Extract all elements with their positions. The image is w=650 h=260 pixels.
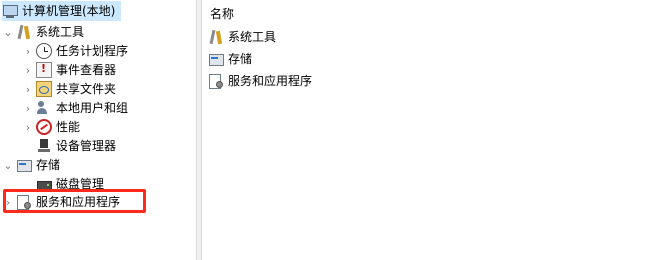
column-header-label: 名称 xyxy=(210,7,235,21)
tree-root-label: 计算机管理(本地) xyxy=(22,4,116,18)
details-pane: 名称 系统工具 存储 服务和应用程序 xyxy=(202,0,650,260)
tree-item-label: 事件查看器 xyxy=(56,63,117,77)
tree-item-label: 任务计划程序 xyxy=(56,44,129,58)
tree-item-label: 共享文件夹 xyxy=(56,82,117,96)
tree-item-label: 设备管理器 xyxy=(56,139,117,153)
computer-management-icon xyxy=(2,3,18,19)
chevron-right-icon[interactable]: › xyxy=(22,98,34,118)
task-scheduler-icon xyxy=(36,43,52,59)
chevron-right-icon[interactable]: › xyxy=(22,117,34,137)
tree-item-event-viewer[interactable]: › 事件查看器 xyxy=(22,60,116,80)
tree-item-device-manager[interactable]: 设备管理器 xyxy=(22,136,116,156)
tree-item-task-scheduler[interactable]: › 任务计划程序 xyxy=(22,41,128,61)
list-item-storage[interactable]: 存储 xyxy=(208,49,252,69)
console-tree: 计算机管理(本地) ⌄ 系统工具 › 任务计划程序 › 事件查看器 › 共享文件… xyxy=(0,0,196,260)
tree-root-computer-management[interactable]: 计算机管理(本地) xyxy=(2,1,122,21)
event-viewer-icon xyxy=(36,62,52,78)
performance-icon xyxy=(36,119,52,135)
highlight-box xyxy=(3,189,146,213)
chevron-right-icon[interactable]: › xyxy=(22,79,34,99)
tree-item-label: 性能 xyxy=(56,120,81,134)
chevron-right-icon[interactable]: › xyxy=(22,60,34,80)
storage-icon xyxy=(16,157,32,173)
list-item-label: 存储 xyxy=(228,52,253,66)
chevron-right-icon[interactable]: › xyxy=(22,41,34,61)
shared-folders-icon xyxy=(36,81,52,97)
tree-item-label: 系统工具 xyxy=(36,25,85,39)
tree-expander-spacer xyxy=(22,136,34,156)
tree-item-performance[interactable]: › 性能 xyxy=(22,117,80,137)
list-item-label: 系统工具 xyxy=(228,30,277,44)
system-tools-icon xyxy=(16,24,32,40)
tree-item-storage[interactable]: ⌄ 存储 xyxy=(2,155,60,175)
tree-item-system-tools[interactable]: ⌄ 系统工具 xyxy=(2,22,84,42)
tree-item-shared-folders[interactable]: › 共享文件夹 xyxy=(22,79,116,99)
local-users-groups-icon xyxy=(36,100,52,116)
tree-item-label: 本地用户和组 xyxy=(56,101,129,115)
services-applications-icon xyxy=(208,73,224,89)
device-manager-icon xyxy=(36,138,52,154)
system-tools-icon xyxy=(208,29,224,45)
list-item-system-tools[interactable]: 系统工具 xyxy=(208,27,276,47)
column-header-name[interactable]: 名称 xyxy=(210,4,234,24)
list-item-services-applications[interactable]: 服务和应用程序 xyxy=(208,71,312,91)
chevron-down-icon[interactable]: ⌄ xyxy=(2,155,14,175)
storage-icon xyxy=(208,51,224,67)
chevron-down-icon[interactable]: ⌄ xyxy=(2,22,14,42)
tree-item-local-users-groups[interactable]: › 本地用户和组 xyxy=(22,98,128,118)
tree-item-label: 存储 xyxy=(36,158,61,172)
list-item-label: 服务和应用程序 xyxy=(228,74,313,88)
